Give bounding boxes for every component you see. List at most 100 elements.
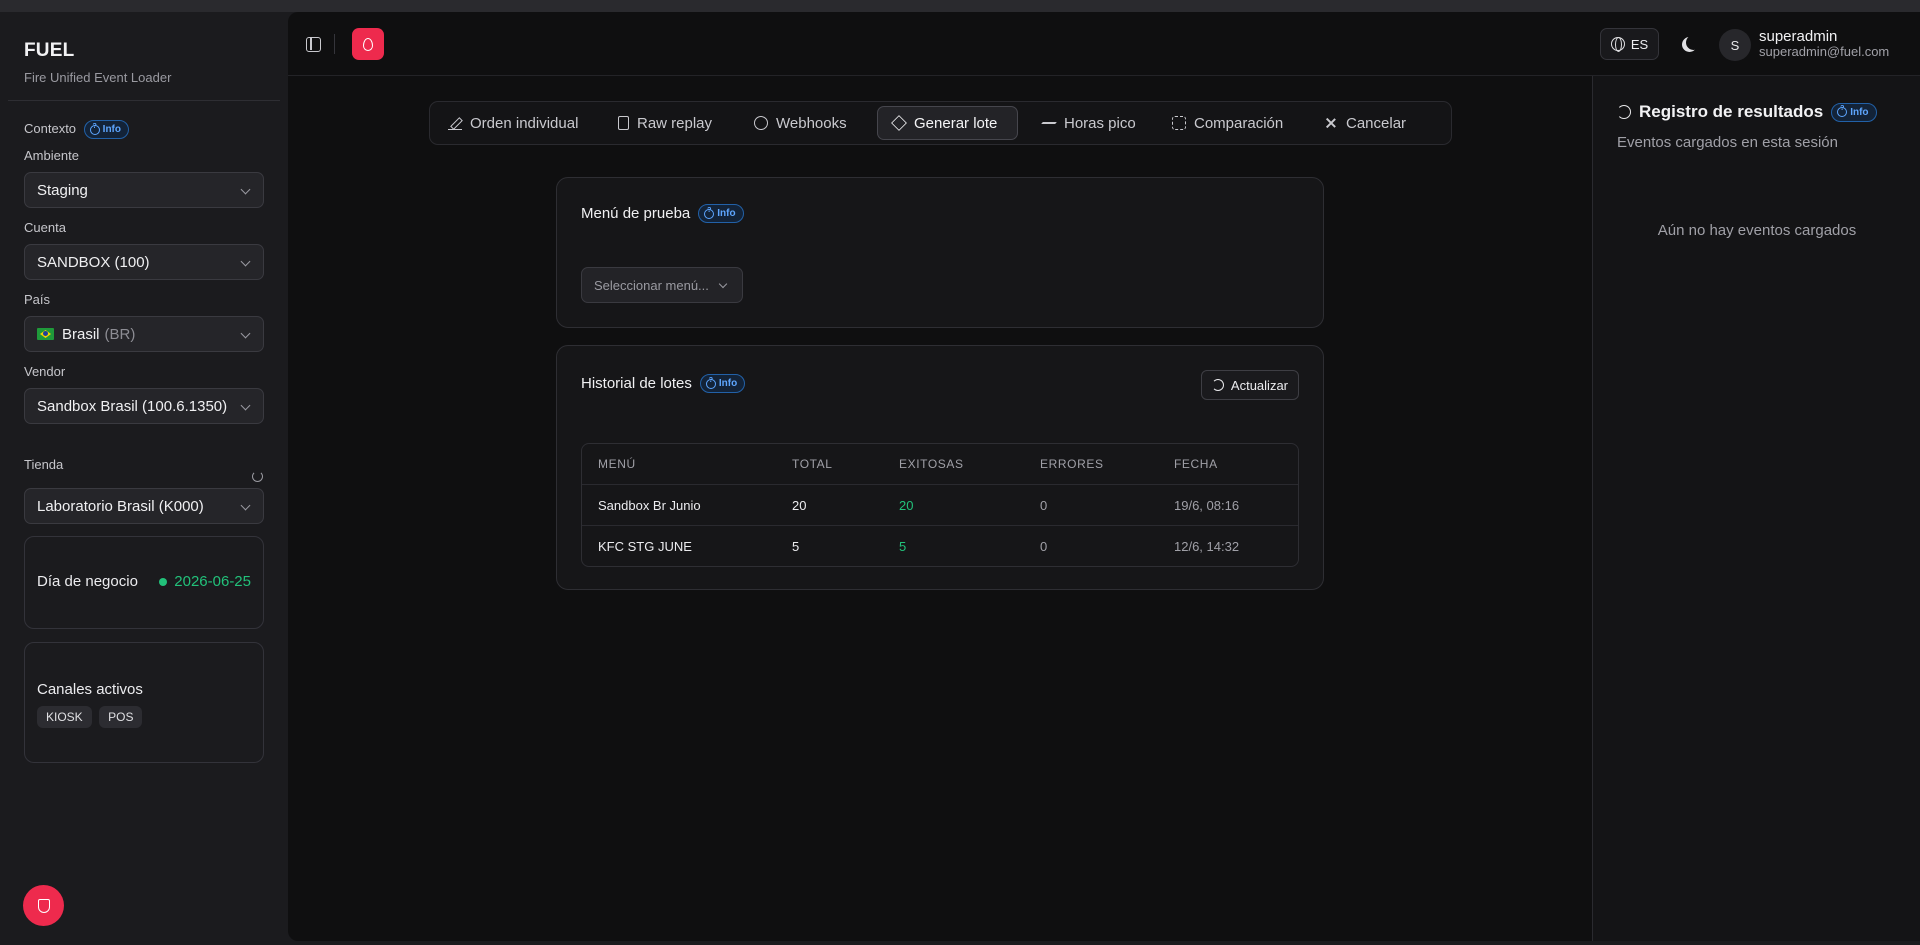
tab-webhooks[interactable]: Webhooks [740,106,861,140]
cell-errors: 0 [1040,538,1048,554]
user-name: superadmin [1759,28,1838,45]
language-button[interactable]: ES [1600,28,1659,60]
layers-icon [891,115,907,131]
results-info-badge[interactable]: Info [1831,102,1877,122]
tab-horas-pico[interactable]: Horas pico [1028,106,1150,140]
cuenta-label: Cuenta [24,220,66,235]
tab-label: Generar lote [914,114,998,132]
info-badge-label: Info [718,378,738,389]
results-subtitle: Eventos cargados en esta sesión [1617,134,1838,151]
table-row[interactable]: KFC STG JUNE 5 5 0 12/6, 14:32 [582,525,1298,566]
table-row[interactable]: Sandbox Br Junio 20 20 0 19/6, 08:16 [582,484,1298,525]
tienda-select[interactable]: Laboratorio Brasil (K000) [24,488,264,524]
chevron-down-icon [240,256,251,267]
cell-menu: KFC STG JUNE [598,538,692,554]
help-circle-icon [704,207,715,219]
menu-select[interactable]: Seleccionar menú... [581,267,743,303]
cell-date: 12/6, 14:32 [1174,538,1240,554]
user-info[interactable]: superadmin superadmin@fuel.com [1759,29,1889,59]
batch-history-table: MENÚ TOTAL EXITOSAS ERRORES FECHA Sandbo… [581,443,1299,567]
chevron-down-icon [240,184,251,195]
cell-success: 20 [899,497,914,513]
sidebar-divider [8,100,280,101]
menu-card: Menú de prueba Info Seleccionar menú... [556,177,1324,328]
results-title-text: Registro de resultados [1639,102,1824,121]
active-channels-card: Canales activos KIOSK POS [24,642,264,763]
refresh-button-label: Actualizar [1230,377,1288,393]
channel-chip: POS [99,706,143,728]
context-info-badge[interactable]: Info [83,120,129,139]
vendor-value: Sandbox Brasil (100.6.1350) [37,397,228,415]
info-badge-label: Info [102,124,121,135]
pencil-icon [448,116,462,130]
context-label: Contexto [24,120,77,136]
menu-info-badge[interactable]: Info [698,204,744,223]
column-header: EXITOSAS [899,457,964,471]
column-header: MENÚ [598,457,636,471]
tab-generar-lote[interactable]: Generar lote [877,106,1018,140]
tab-label: Webhooks [776,114,847,132]
channels-label: Canales activos [37,681,143,698]
tab-orden-individual[interactable]: Orden individual [434,106,592,140]
security-fab-button[interactable] [23,885,64,926]
tienda-label: Tienda [24,457,64,472]
ambiente-label: Ambiente [24,148,79,163]
context-heading: Contexto Info [24,120,129,139]
cell-total: 5 [792,538,800,554]
vendor-label: Vendor [24,364,66,379]
header-divider [334,34,335,54]
column-header: ERRORES [1040,457,1104,471]
results-empty-state: Aún no hay eventos cargados [1657,222,1857,239]
results-panel: Registro de resultados Info Eventos carg… [1592,76,1920,941]
tienda-value: Laboratorio Brasil (K000) [37,497,204,515]
info-badge-label: Info [1850,106,1869,118]
sidebar-toggle-icon[interactable] [306,37,321,52]
history-icon [1617,105,1631,119]
help-circle-icon [705,377,716,389]
tab-comparacion[interactable]: Comparación [1158,106,1297,140]
cell-success: 5 [899,538,907,554]
globe-icon [1610,37,1625,52]
moon-icon[interactable] [1686,35,1701,50]
ambiente-select[interactable]: Staging [24,172,264,208]
history-card-title-text: Historial de lotes [581,375,692,392]
tab-raw-replay[interactable]: Raw replay [604,106,726,140]
vendor-select[interactable]: Sandbox Brasil (100.6.1350) [24,388,264,424]
table-header-row: MENÚ TOTAL EXITOSAS ERRORES FECHA [582,444,1298,484]
pais-select[interactable]: Brasil (BR) [24,316,264,352]
menu-card-title-text: Menú de prueba [581,205,691,222]
cuenta-value: SANDBOX (100) [37,253,150,271]
chevron-down-icon [718,279,728,289]
cell-date: 19/6, 08:16 [1174,497,1240,513]
tab-bar: Orden individual Raw replay Webhooks Gen… [429,101,1452,145]
refresh-icon[interactable] [252,471,263,482]
tab-cancelar[interactable]: Cancelar [1310,106,1420,140]
file-icon [618,116,629,130]
cuenta-select[interactable]: SANDBOX (100) [24,244,264,280]
history-info-badge[interactable]: Info [699,374,746,393]
chevron-down-icon [240,328,251,339]
language-label: ES [1630,36,1649,52]
user-email: superadmin@fuel.com [1759,44,1890,59]
cell-errors: 0 [1040,497,1048,513]
chevron-down-icon [240,400,251,411]
tab-label: Orden individual [470,114,579,132]
top-header: ES S superadmin superadmin@fuel.com [288,12,1920,76]
main-panel: ES S superadmin superadmin@fuel.com Orde… [288,12,1920,941]
ambiente-value: Staging [37,181,88,199]
refresh-button[interactable]: Actualizar [1200,370,1299,400]
tab-label: Raw replay [637,114,713,132]
shield-icon [37,898,50,913]
menu-select-placeholder: Seleccionar menú... [594,277,709,293]
app-subtitle: Fire Unified Event Loader [24,70,172,85]
help-circle-icon [1837,105,1848,117]
brand: FUEL Fire Unified Event Loader [24,40,171,85]
avatar[interactable]: S [1719,29,1751,61]
pais-code: (BR) [104,325,136,343]
fuel-logo-button[interactable] [352,28,384,60]
business-day-card: Día de negocio 2026-06-25 [24,536,264,629]
app-name: FUEL [24,40,75,61]
batch-history-card: Historial de lotes Info Actualizar MENÚ … [556,345,1324,590]
tab-label: Horas pico [1064,114,1136,132]
tab-label: Comparación [1194,114,1284,132]
